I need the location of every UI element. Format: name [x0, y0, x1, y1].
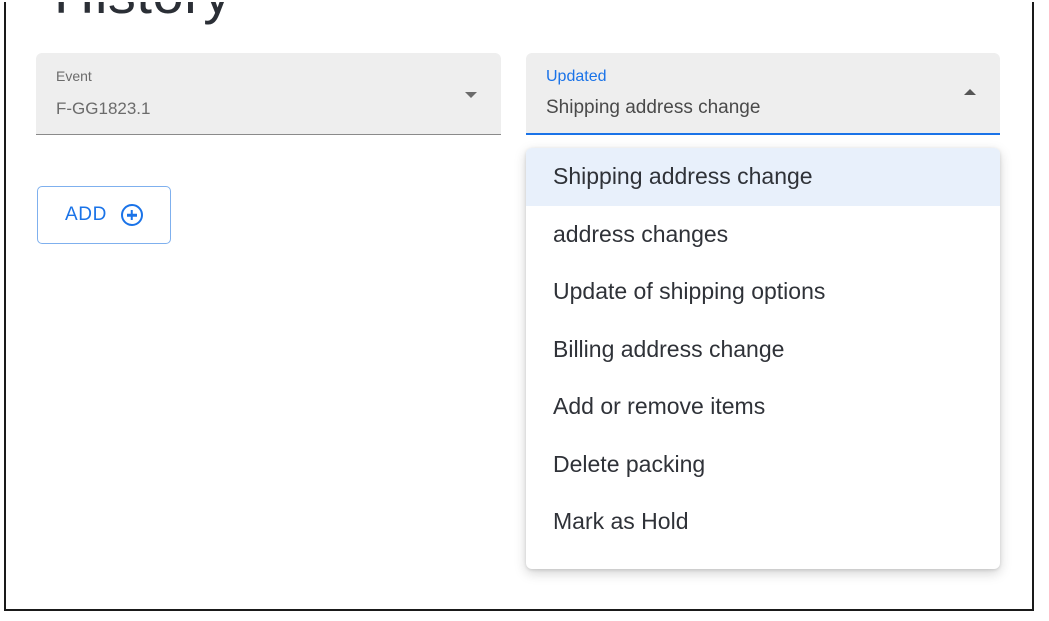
dropdown-option[interactable]: Billing address change [526, 321, 1000, 379]
updated-value: Shipping address change [546, 97, 761, 118]
updated-dropdown-menu: Shipping address change address changes … [526, 148, 1000, 569]
updated-label: Updated [546, 68, 607, 85]
dropdown-arrow-up-icon[interactable] [964, 89, 976, 95]
add-button-label: ADD [65, 204, 107, 225]
event-select[interactable]: Event F-GG1823.1 [36, 53, 501, 135]
dropdown-option[interactable]: Delete packing [526, 436, 1000, 494]
dropdown-option[interactable]: Mark as Hold [526, 493, 1000, 551]
dropdown-option[interactable]: Add or remove items [526, 378, 1000, 436]
dropdown-option[interactable]: address changes [526, 206, 1000, 264]
dropdown-option[interactable]: Shipping address change [526, 148, 1000, 206]
updated-select[interactable]: Updated Shipping address change [526, 53, 1000, 135]
event-value: F-GG1823.1 [56, 99, 151, 118]
dropdown-arrow-down-icon[interactable] [465, 92, 477, 98]
add-button[interactable]: ADD [37, 186, 171, 244]
event-label: Event [56, 68, 92, 84]
add-circle-icon [120, 204, 143, 226]
app-frame: History Event F-GG1823.1 Updated Shippin… [4, 2, 1034, 611]
page-title: History [54, 2, 232, 26]
dropdown-option[interactable]: Update of shipping options [526, 263, 1000, 321]
